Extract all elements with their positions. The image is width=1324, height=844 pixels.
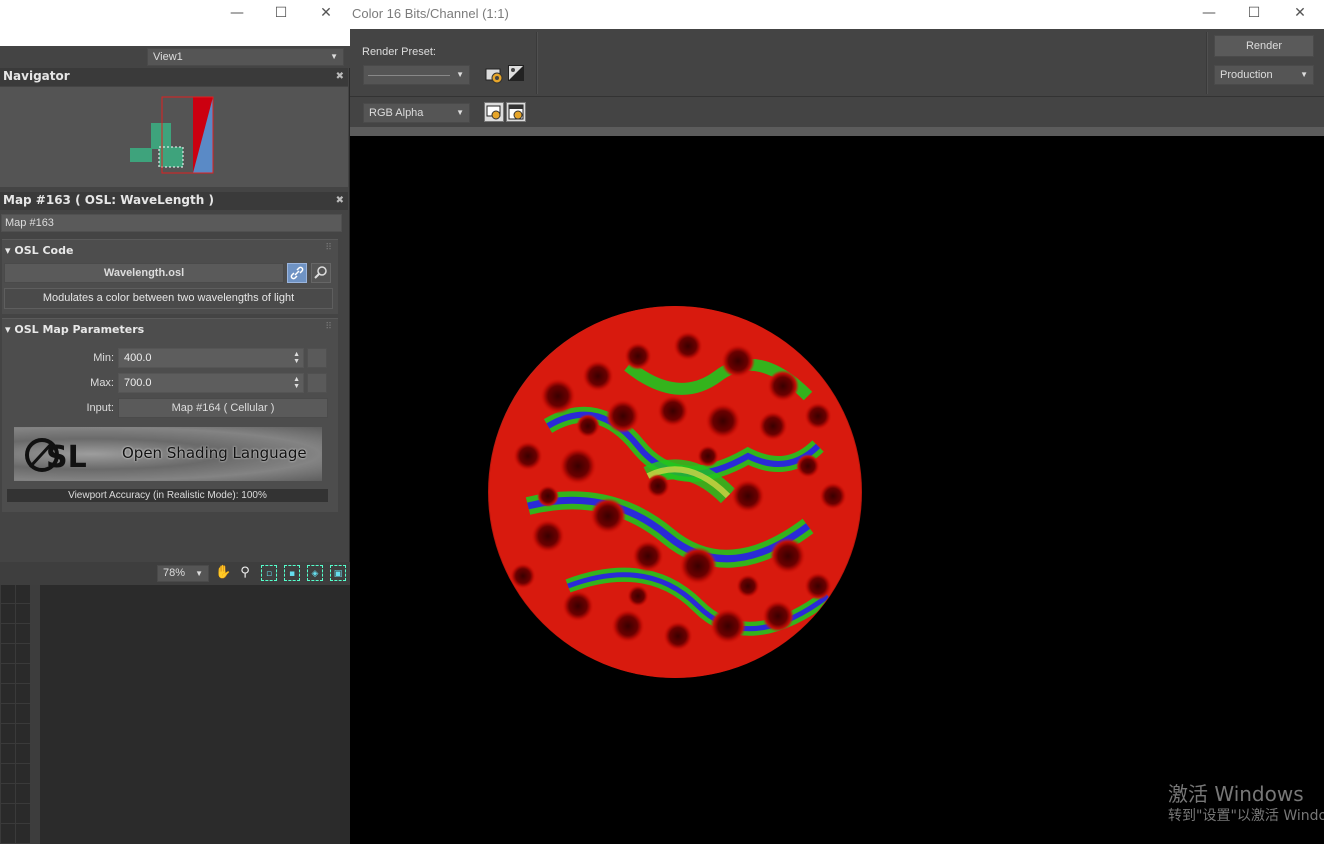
navigator-thumbnail: [130, 96, 214, 174]
input-map-button[interactable]: Map #164 ( Cellular ): [118, 398, 328, 418]
maximize-button[interactable]: ☐: [1231, 0, 1277, 29]
osl-logo-text: Open Shading Language: [122, 444, 307, 462]
render-canvas[interactable]: [350, 136, 1324, 844]
spinner-arrows-icon[interactable]: ▲ ▼: [293, 351, 300, 365]
osl-code-rollout: ▾ OSL Code ⠿ Wavelength.osl Modulates a …: [2, 239, 338, 314]
view-row: View1 ▼: [0, 46, 350, 68]
settings-gear-icon[interactable]: [485, 65, 505, 85]
viewport-grid: [0, 585, 30, 844]
osl-params-title: OSL Map Parameters: [14, 323, 145, 336]
view-value: View1: [153, 51, 183, 63]
close-icon[interactable]: ✖: [336, 68, 344, 85]
osl-code-title: OSL Code: [14, 244, 74, 257]
svg-text:SL: SL: [46, 440, 87, 475]
map-panel-title: Map #163 ( OSL: WaveLength ): [3, 193, 214, 207]
render-preset-label: Render Preset:: [362, 46, 436, 58]
chevron-down-icon: ▼: [456, 108, 464, 117]
render-strip: [350, 127, 1324, 136]
map-name-field[interactable]: Map #163: [1, 214, 342, 232]
navigator-header: Navigator ✖: [0, 68, 348, 86]
zoom-icon[interactable]: ⚲: [237, 565, 253, 581]
viewport-scrollbar[interactable]: [30, 585, 40, 844]
drag-handle-icon[interactable]: ⠿: [325, 243, 332, 253]
view-dropdown[interactable]: View1 ▼: [147, 48, 344, 66]
minimize-button[interactable]: —: [214, 0, 260, 29]
navigator-view[interactable]: [0, 87, 348, 187]
osl-logo: SL Open Shading Language: [14, 427, 322, 481]
zoom-region-icon[interactable]: ▫: [261, 565, 277, 581]
cellular-pattern: [489, 306, 861, 678]
osl-code-title-row[interactable]: ▾ OSL Code: [5, 244, 73, 257]
close-icon[interactable]: ✖: [336, 192, 344, 209]
hand-pan-icon[interactable]: ✋: [215, 565, 231, 581]
zoom-value: 78%: [163, 567, 186, 579]
chevron-down-icon: ▼: [330, 52, 338, 61]
min-label: Min:: [93, 352, 114, 364]
render-button[interactable]: Render: [1214, 35, 1314, 57]
watermark-settings: 转到"设置"以激活 Windo: [1168, 808, 1324, 824]
osl-file-button[interactable]: Wavelength.osl: [4, 263, 284, 283]
min-spinner[interactable]: 400.0 ▲ ▼: [118, 348, 304, 368]
production-dropdown[interactable]: Production ▼: [1214, 65, 1314, 85]
close-button[interactable]: ✕: [303, 0, 349, 29]
osl-params-title-row[interactable]: ▾ OSL Map Parameters: [5, 323, 144, 336]
link-icon[interactable]: [287, 263, 307, 283]
empty-preset-line: [368, 75, 450, 76]
max-label: Max:: [90, 377, 114, 389]
minimize-button[interactable]: —: [1186, 0, 1232, 29]
render-preset-dropdown[interactable]: ▼: [363, 65, 470, 85]
material-editor-window: — ☐ ✕ View1 ▼ Navigator ✖ Map #163 ( OSL…: [0, 0, 350, 585]
zoom-extents-icon[interactable]: ▪: [284, 565, 300, 581]
render-window-title: Color 16 Bits/Channel (1:1): [352, 6, 509, 21]
channel-dropdown[interactable]: RGB Alpha ▼: [363, 103, 470, 123]
osl-params-rollout: ▾ OSL Map Parameters ⠿ Min: 400.0 ▲ ▼ Max…: [2, 318, 338, 512]
max-spinner[interactable]: 700.0 ▲ ▼: [118, 373, 304, 393]
chevron-down-icon: ▼: [195, 569, 203, 578]
search-icon[interactable]: [311, 263, 331, 283]
max-map-button[interactable]: [307, 373, 327, 393]
production-value: Production: [1220, 69, 1273, 81]
channel-toolbar: RGB Alpha ▼: [350, 98, 1324, 127]
render-toolbar: Render Preset: ▼ Render Production ▼: [350, 29, 1324, 97]
viewport-accuracy-slider[interactable]: Viewport Accuracy (in Realistic Mode): 1…: [7, 489, 328, 502]
min-map-button[interactable]: [307, 348, 327, 368]
chevron-down-icon: ▼: [456, 70, 464, 79]
drag-handle-icon[interactable]: ⠿: [325, 322, 332, 332]
osl-description: Modulates a color between two wavelength…: [4, 288, 333, 309]
input-label: Input:: [86, 402, 114, 414]
toolbar-divider: [1206, 32, 1208, 94]
watermark-activate: 激活 Windows: [1168, 782, 1304, 806]
toolbar-divider: [536, 32, 538, 94]
spinner-arrows-icon[interactable]: ▲ ▼: [293, 376, 300, 390]
map-panel-header: Map #163 ( OSL: WaveLength ) ✖: [0, 192, 348, 210]
chevron-down-icon: ▼: [1300, 70, 1308, 79]
zoom-all-icon[interactable]: ◈: [307, 565, 323, 581]
close-button[interactable]: ✕: [1277, 0, 1323, 29]
display-channel-icon[interactable]: [484, 102, 504, 122]
environment-icon[interactable]: [508, 65, 524, 81]
max-value: 700.0: [124, 377, 152, 389]
rendered-sphere: [488, 306, 862, 678]
min-value: 400.0: [124, 352, 152, 364]
render-clone-icon[interactable]: [506, 102, 526, 122]
navigator-title: Navigator: [3, 69, 70, 83]
viewport-background: [0, 585, 350, 844]
fit-icon[interactable]: ▣: [330, 565, 346, 581]
zoom-dropdown[interactable]: 78% ▼: [157, 565, 209, 582]
material-editor-titlebar: — ☐ ✕: [0, 0, 350, 46]
channel-value: RGB Alpha: [369, 107, 424, 119]
maximize-button[interactable]: ☐: [258, 0, 304, 29]
